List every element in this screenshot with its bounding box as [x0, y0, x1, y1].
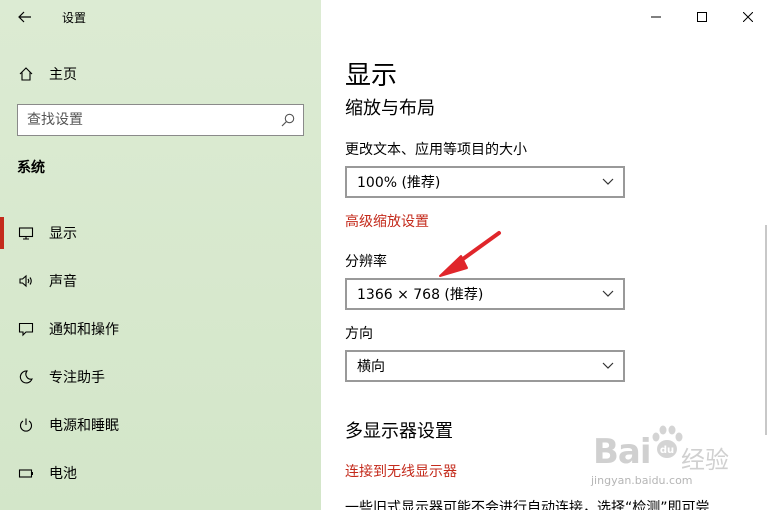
close-icon: [743, 12, 753, 22]
baidu-watermark: Bai du 经验 jingyan.baidu.com: [585, 420, 765, 500]
resolution-label: 分辨率: [345, 254, 387, 270]
page-title: 显示: [345, 61, 398, 91]
notification-icon: [17, 320, 35, 338]
sidebar-item-label: 声音: [49, 274, 77, 290]
minimize-icon: [651, 16, 661, 18]
home-icon: [17, 65, 35, 83]
back-button[interactable]: [8, 4, 42, 30]
resolution-dropdown[interactable]: 1366 × 768 (推荐): [345, 278, 625, 310]
paw-letters: du: [660, 445, 674, 456]
wireless-display-link[interactable]: 连接到无线显示器: [345, 461, 457, 481]
scrollbar-thumb[interactable]: [765, 225, 767, 435]
monitor-icon: [17, 224, 35, 242]
sidebar-item-battery[interactable]: 电池: [0, 449, 321, 497]
moon-icon: [17, 368, 35, 386]
title-bar: 设置: [0, 0, 321, 34]
chevron-down-icon: [602, 362, 614, 369]
sidebar-item-sound[interactable]: 声音: [0, 257, 321, 305]
minimize-button[interactable]: [633, 0, 679, 34]
window-controls: [633, 0, 771, 34]
advanced-scaling-link[interactable]: 高级缩放设置: [345, 211, 429, 231]
sidebar: 设置 主页 系统 显示: [0, 0, 321, 510]
home-label: 主页: [49, 67, 77, 83]
close-button[interactable]: [725, 0, 771, 34]
watermark-url: jingyan.baidu.com: [591, 474, 693, 487]
sidebar-item-power-sleep[interactable]: 电源和睡眠: [0, 401, 321, 449]
back-arrow-icon: [18, 11, 31, 23]
sidebar-item-label: 专注助手: [49, 370, 105, 386]
home-nav-item[interactable]: 主页: [0, 58, 321, 90]
search-box[interactable]: [17, 104, 304, 136]
watermark-cn: 经验: [681, 446, 729, 474]
search-input[interactable]: [27, 106, 277, 134]
resolution-value: 1366 × 768 (推荐): [357, 287, 484, 303]
orientation-label: 方向: [345, 326, 373, 342]
search-icon[interactable]: [280, 112, 296, 128]
scale-label: 更改文本、应用等项目的大小: [345, 142, 527, 158]
power-icon: [17, 416, 35, 434]
sidebar-item-label: 电源和睡眠: [49, 418, 119, 434]
orientation-dropdown[interactable]: 横向: [345, 350, 625, 382]
nav-list: 显示 声音 通知和操作 专注助手 电源和睡眠 电池: [0, 209, 321, 497]
battery-icon: [17, 464, 35, 482]
sidebar-item-display[interactable]: 显示: [0, 209, 321, 257]
scale-layout-heading: 缩放与布局: [345, 98, 435, 119]
chevron-down-icon: [602, 178, 614, 185]
sidebar-item-label: 显示: [49, 226, 77, 242]
scale-value: 100% (推荐): [357, 175, 441, 191]
watermark-brand: Bai: [593, 432, 652, 472]
multi-display-heading: 多显示器设置: [345, 421, 453, 442]
sidebar-item-label: 通知和操作: [49, 322, 119, 338]
maximize-button[interactable]: [679, 0, 725, 34]
sidebar-item-label: 电池: [49, 466, 77, 482]
orientation-value: 横向: [357, 359, 385, 375]
sidebar-item-notifications[interactable]: 通知和操作: [0, 305, 321, 353]
chevron-down-icon: [602, 290, 614, 297]
speaker-icon: [17, 272, 35, 290]
app-title: 设置: [62, 11, 87, 25]
sidebar-item-focus-assist[interactable]: 专注助手: [0, 353, 321, 401]
maximize-icon: [697, 12, 707, 22]
section-title: 系统: [17, 160, 45, 176]
scale-dropdown[interactable]: 100% (推荐): [345, 166, 625, 198]
selection-indicator: [0, 217, 4, 249]
